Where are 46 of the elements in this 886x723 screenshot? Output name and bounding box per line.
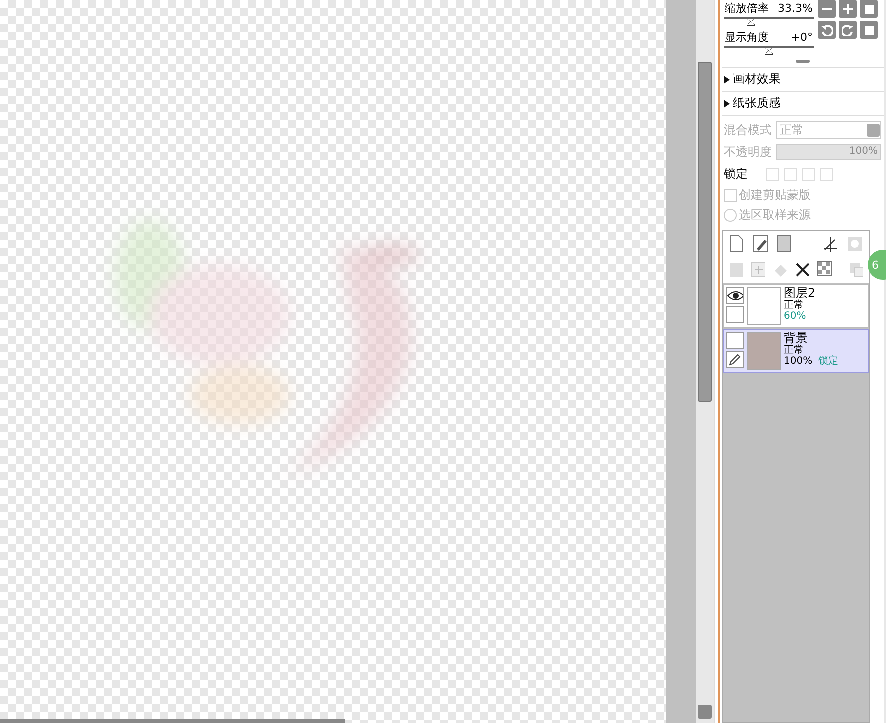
resize-grip[interactable] — [796, 60, 810, 63]
rotate-right-button[interactable] — [839, 21, 857, 39]
add-layer-icon[interactable] — [751, 262, 766, 278]
rotate-right-icon — [842, 24, 854, 36]
navigator-label: 显示角度 — [725, 31, 769, 44]
layer-row[interactable]: 图层2 正常 60% — [723, 284, 869, 328]
visibility-toggle[interactable] — [726, 287, 744, 304]
square-icon[interactable] — [860, 21, 878, 39]
lock-status: 锁定 — [818, 356, 839, 367]
layer-mode: 正常 — [784, 345, 805, 356]
rotate-left-icon — [821, 24, 833, 36]
plus-icon — [842, 3, 854, 15]
slider[interactable] — [724, 17, 814, 27]
navigator-value: 33.3% — [778, 2, 813, 15]
layer-mode: 正常 — [784, 300, 805, 311]
zoom-in-button[interactable] — [839, 0, 857, 18]
section-header[interactable]: 画材效果 — [722, 67, 884, 91]
new-layer-icon[interactable] — [729, 235, 745, 253]
floating-badge[interactable]: 6 — [868, 250, 886, 280]
triangle-icon[interactable] — [724, 100, 730, 108]
navigator-label: 缩放倍率 — [725, 2, 769, 15]
section-header[interactable]: 纸张质感 — [722, 91, 884, 115]
blend-mode-label: 混合模式 — [724, 122, 772, 138]
scrollbar-thumb[interactable] — [698, 62, 712, 402]
lock-label: 锁定 — [724, 166, 748, 182]
photo-placeholder — [747, 332, 781, 370]
zoom-out-button[interactable] — [818, 0, 836, 18]
layer-thumbnail — [747, 287, 781, 325]
layer-opacity: 100% — [784, 356, 813, 367]
layer-opacity: 60% — [784, 311, 806, 322]
triangle-icon[interactable] — [724, 76, 730, 84]
opacity-label: 不透明度 — [724, 144, 772, 160]
navigator-value: +0° — [791, 31, 813, 44]
delete-icon[interactable] — [795, 262, 810, 278]
horizontal-scrollbar[interactable] — [0, 719, 345, 723]
layer-toggle[interactable] — [726, 306, 744, 323]
layer-toggle[interactable] — [726, 351, 744, 368]
square-icon[interactable] — [860, 0, 878, 18]
rotate-left-button[interactable] — [818, 21, 836, 39]
folder-icon[interactable] — [777, 235, 793, 253]
transform-icon[interactable] — [821, 235, 839, 253]
visibility-toggle[interactable] — [726, 332, 744, 349]
slider[interactable] — [724, 46, 814, 56]
layer-row[interactable]: 背景 正常 100% 锁定 — [723, 329, 869, 373]
layer-name: 背景 — [784, 332, 809, 345]
layer-name: 图层2 — [784, 287, 816, 300]
